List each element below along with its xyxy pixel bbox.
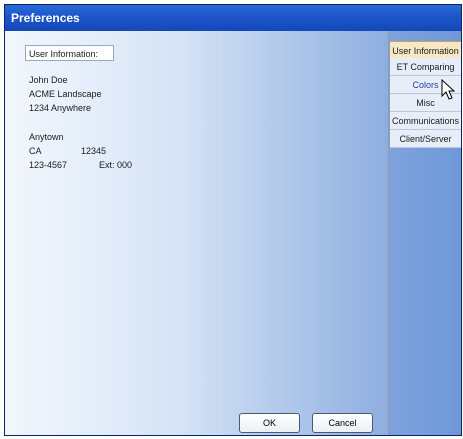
- cancel-button[interactable]: Cancel: [312, 413, 373, 433]
- user-info-panel: User Information: John Doe ACME Landscap…: [5, 31, 388, 435]
- user-info-section-label: User Information:: [25, 45, 114, 61]
- window-title: Preferences: [5, 5, 461, 31]
- preferences-window: Preferences User Information: John Doe A…: [4, 4, 462, 436]
- city: Anytown: [29, 132, 64, 142]
- zip-code: 12345: [81, 146, 107, 156]
- phone-number: 123-4567: [29, 160, 68, 170]
- tab-client-server[interactable]: Client/Server: [390, 130, 461, 148]
- tab-user-information[interactable]: User Information: [390, 41, 461, 59]
- user-name: John Doe: [29, 75, 68, 85]
- tab-communications[interactable]: Communications: [390, 112, 461, 130]
- arrow-cursor-icon: [441, 79, 456, 100]
- ok-button[interactable]: OK: [239, 413, 300, 433]
- state: CA: [29, 146, 42, 156]
- phone-extension: Ext: 000: [99, 160, 133, 170]
- street-address: 1234 Anywhere: [29, 103, 92, 113]
- company-name: ACME Landscape: [29, 89, 102, 99]
- tab-et-comparing[interactable]: ET Comparing: [390, 58, 461, 76]
